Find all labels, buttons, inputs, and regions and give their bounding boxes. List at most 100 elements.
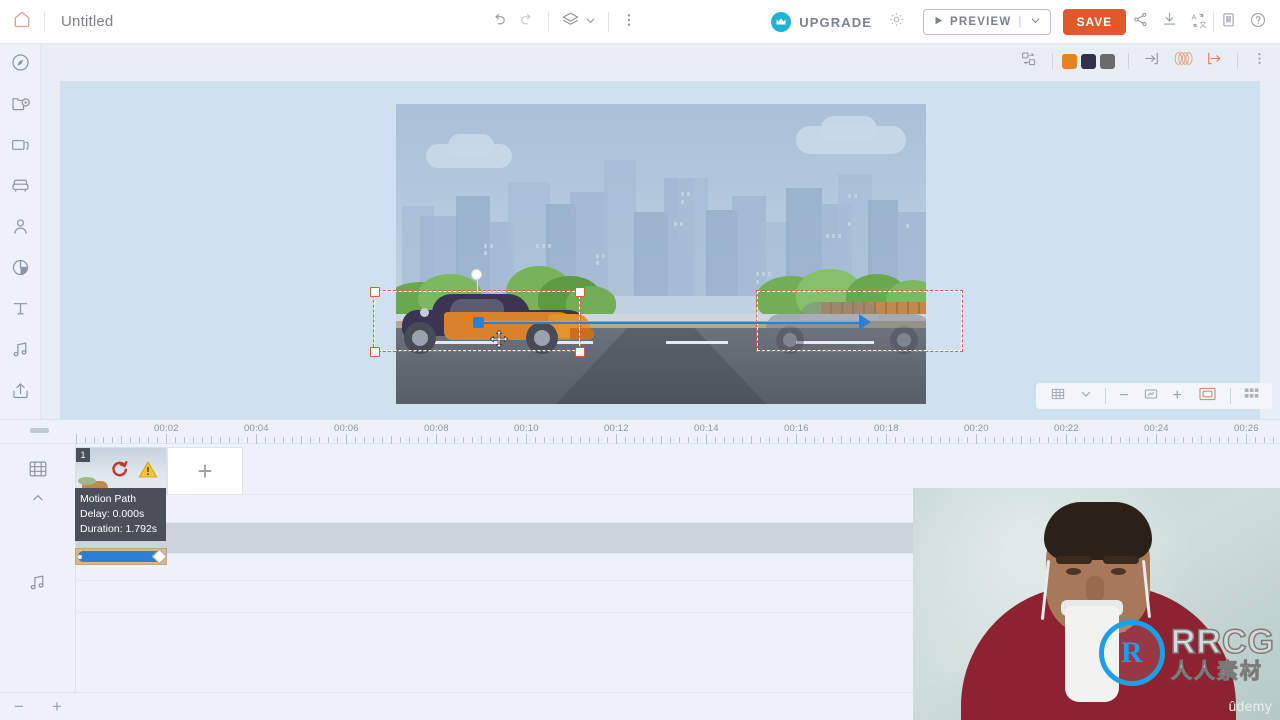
layers-button[interactable] — [561, 10, 596, 34]
timeline-zoom-out-button[interactable]: − — [14, 698, 24, 715]
ruler-label: 00:06 — [334, 423, 359, 434]
swap-objects-button[interactable] — [1015, 50, 1043, 73]
home-button[interactable] — [0, 0, 44, 44]
media-folder-icon — [10, 93, 31, 119]
selection-handle-tr[interactable] — [575, 287, 585, 297]
ruler-tick — [1237, 437, 1238, 443]
zoom-in-button[interactable]: + — [1167, 388, 1188, 404]
ruler-tick — [1147, 437, 1148, 443]
ruler-tick — [589, 437, 590, 443]
sidebar-item-charts[interactable] — [0, 249, 41, 290]
sidebar-item-media[interactable] — [0, 85, 41, 126]
building-window — [674, 222, 677, 226]
exit-effect-button[interactable] — [1199, 49, 1228, 73]
sidebar-item-music[interactable] — [0, 331, 41, 372]
motion-path-end-arrow[interactable] — [859, 314, 871, 330]
ruler-tick — [724, 437, 725, 443]
help-button[interactable] — [1243, 0, 1272, 44]
building-window — [548, 244, 551, 248]
selection-handle-bl[interactable] — [370, 347, 380, 357]
sidebar-item-explore[interactable] — [0, 44, 41, 85]
ruler-label: 00:10 — [514, 423, 539, 434]
ruler-tick — [1012, 437, 1013, 443]
enter-effect-button[interactable] — [1138, 49, 1167, 73]
selection-handle-tl[interactable] — [370, 287, 380, 297]
ruler-tick — [1057, 437, 1058, 443]
motion-path-line-core — [481, 322, 859, 324]
building-window — [762, 272, 765, 276]
preview-button[interactable]: PREVIEW | — [922, 9, 1051, 35]
download-button[interactable] — [1155, 0, 1184, 44]
frame-view-button[interactable] — [1192, 386, 1223, 407]
grid-view-button[interactable] — [1238, 387, 1266, 406]
collapse-scene-track-button[interactable] — [31, 491, 45, 510]
share-button[interactable] — [1126, 0, 1155, 44]
rotation-handle[interactable] — [471, 269, 482, 280]
ruler-tick — [751, 436, 752, 444]
ruler-tick — [1084, 437, 1085, 443]
ruler-label: 00:04 — [244, 423, 269, 434]
ruler-tick — [247, 437, 248, 443]
ruler-tick — [1075, 437, 1076, 443]
building-window — [832, 234, 835, 238]
canvas-area[interactable]: − + — [41, 44, 1280, 419]
divider — [548, 12, 549, 32]
ruler-tick — [427, 437, 428, 443]
ruler-tick — [1219, 437, 1220, 443]
add-scene-button[interactable]: + — [167, 447, 243, 495]
notes-button[interactable] — [1214, 0, 1243, 44]
grid-dropdown-button[interactable] — [1074, 387, 1098, 405]
ruler-tick — [166, 434, 167, 444]
timeline-ruler[interactable]: 00:02 00:04 00:06 00:08 00:10 00:12 00:14 00:16… — [0, 420, 1280, 444]
motion-path-start-marker[interactable] — [473, 317, 484, 328]
ruler-tick — [688, 437, 689, 443]
sidebar-item-characters[interactable] — [0, 208, 41, 249]
color-swatch-1[interactable] — [1062, 53, 1077, 69]
rotation-stem — [477, 278, 478, 292]
save-button[interactable]: SAVE — [1062, 9, 1126, 35]
ruler-tick — [652, 437, 653, 443]
undo-button[interactable] — [490, 11, 507, 33]
ruler-tick — [625, 437, 626, 443]
object-more-button[interactable] — [1247, 51, 1272, 71]
upgrade-button[interactable]: UPGRADE — [771, 12, 872, 32]
timeline-ruler-handle[interactable] — [30, 428, 49, 433]
redo-button[interactable] — [519, 11, 536, 33]
animation-clip[interactable] — [75, 548, 168, 565]
chevron-down-icon[interactable] — [1030, 15, 1041, 29]
music-note-icon — [27, 572, 48, 598]
building-window — [687, 192, 690, 196]
ruler-tick — [715, 437, 716, 443]
help-circle-icon — [1249, 11, 1267, 34]
ruler-tick — [1183, 437, 1184, 443]
emphasis-effect-button[interactable] — [1167, 49, 1199, 73]
ruler-tick — [1030, 437, 1031, 443]
preview-separator: | — [1018, 16, 1023, 28]
grid-toggle-button[interactable] — [1044, 386, 1072, 407]
color-swatch-2[interactable] — [1081, 53, 1096, 69]
ruler-tick — [679, 437, 680, 443]
fit-screen-button[interactable] — [1137, 386, 1165, 407]
ruler-tick — [256, 434, 257, 444]
ruler-tick — [454, 437, 455, 443]
settings-button[interactable] — [882, 0, 911, 44]
color-swatch-3[interactable] — [1100, 53, 1115, 69]
selection-handle-br[interactable] — [575, 347, 585, 357]
ruler-tick — [499, 437, 500, 443]
lane-marking — [666, 341, 728, 344]
webcam-person-hair — [1044, 502, 1152, 560]
zoom-out-button[interactable]: − — [1113, 388, 1134, 404]
animation-clip-start-keyframe[interactable] — [78, 555, 82, 559]
timeline-zoom-in-button[interactable]: + — [52, 698, 62, 715]
sidebar-item-upload[interactable] — [0, 372, 41, 413]
document-title[interactable]: Untitled — [61, 13, 113, 30]
sidebar-item-props[interactable] — [0, 167, 41, 208]
webcam-person-eye — [1111, 568, 1126, 575]
divider — [1237, 53, 1238, 69]
building-window — [854, 194, 857, 198]
sidebar-item-text[interactable] — [0, 290, 41, 331]
translate-button[interactable]: A 文 — [1184, 0, 1213, 44]
sidebar-item-slides[interactable] — [0, 126, 41, 167]
more-options-button[interactable] — [621, 12, 637, 33]
stage-scene[interactable] — [396, 104, 926, 404]
